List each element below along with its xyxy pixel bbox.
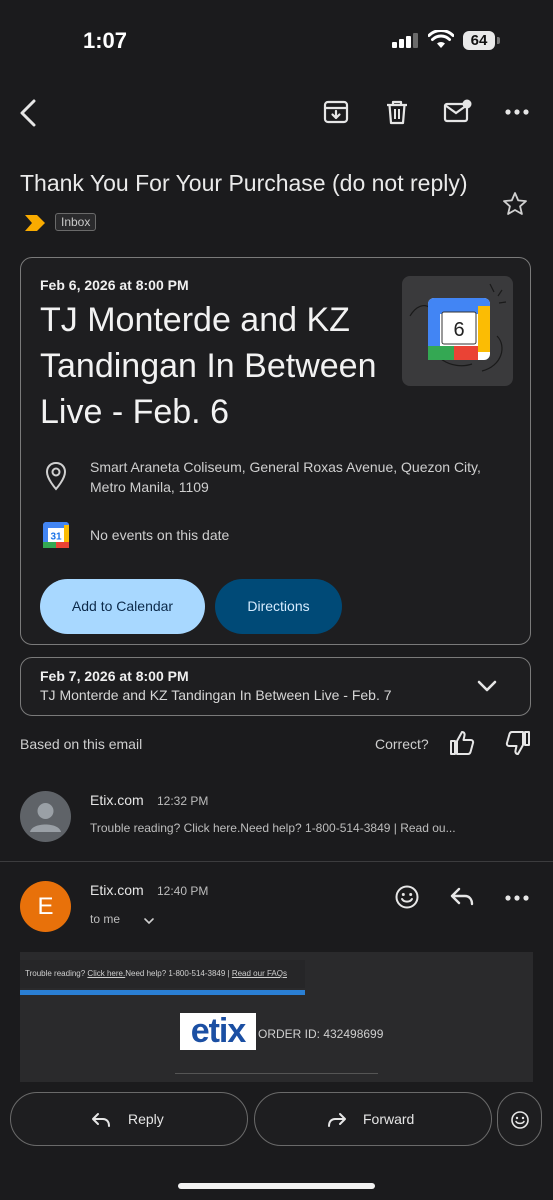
recipient-text[interactable]: to me (90, 912, 120, 926)
star-icon[interactable] (502, 191, 528, 217)
reply-button[interactable]: Reply (10, 1092, 248, 1146)
google-calendar-icon: 31 (43, 522, 69, 548)
mark-unread-icon[interactable] (443, 99, 473, 125)
calendar-day-number: 31 (50, 532, 62, 543)
avatar-letter[interactable]: E (20, 881, 71, 932)
message1-time: 12:32 PM (157, 794, 209, 808)
need-help-text: Need help? 1-800-514-3849 | (125, 969, 232, 978)
forward-button[interactable]: Forward (254, 1092, 492, 1146)
chevron-down-icon[interactable] (477, 679, 497, 693)
message2-sender: Etix.com (90, 882, 144, 898)
emoji-icon[interactable] (394, 884, 420, 910)
recipient-chevron-icon[interactable] (143, 917, 155, 925)
directions-button[interactable]: Directions (215, 579, 342, 634)
click-here-link[interactable]: Click here. (87, 969, 125, 978)
thumbs-down-icon[interactable] (505, 730, 531, 756)
avatar[interactable] (20, 791, 71, 842)
divider (0, 861, 553, 862)
label-importance-icon (24, 214, 46, 232)
reply-icon[interactable] (449, 886, 475, 908)
emoji-reaction-button[interactable] (497, 1092, 542, 1146)
reply-icon (91, 1112, 111, 1128)
location-pin-icon (45, 461, 67, 491)
back-arrow-icon[interactable] (16, 99, 40, 127)
more-icon[interactable] (505, 108, 529, 116)
email-rule (175, 1073, 378, 1074)
event2-date: Feb 7, 2026 at 8:00 PM (40, 668, 189, 684)
event-location: Smart Araneta Coliseum, General Roxas Av… (90, 459, 481, 495)
forward-icon (327, 1112, 347, 1128)
event-date: Feb 6, 2026 at 8:00 PM (40, 277, 189, 293)
message1-sender: Etix.com (90, 792, 144, 808)
signal-icon (392, 32, 420, 48)
email-accent-bar (20, 990, 305, 995)
status-time: 1:07 (83, 28, 128, 53)
emoji-icon (510, 1110, 530, 1130)
home-indicator (178, 1183, 375, 1189)
battery-nub (497, 37, 500, 44)
inbox-label[interactable]: Inbox (55, 213, 97, 231)
email-help-line: Trouble reading? Click here.Need help? 1… (25, 969, 287, 978)
wifi-icon (428, 30, 454, 50)
trash-icon[interactable] (384, 99, 410, 125)
forward-label: Forward (363, 1111, 415, 1127)
based-on-email-text: Based on this email (20, 736, 143, 752)
person-icon (30, 803, 61, 832)
order-id: ORDER ID: 432498699 (258, 1027, 384, 1041)
message2-time: 12:40 PM (157, 884, 209, 898)
more-icon[interactable] (505, 894, 529, 902)
email-subject: Thank You For Your Purchase (do not repl… (20, 170, 468, 196)
calendar-status: No events on this date (90, 527, 230, 543)
message1-snippet[interactable]: Trouble reading? Click here.Need help? 1… (90, 821, 456, 835)
add-to-calendar-button[interactable]: Add to Calendar (40, 579, 205, 634)
reply-label: Reply (128, 1111, 164, 1127)
thumbs-up-icon[interactable] (449, 730, 475, 756)
thumb-day-number: 6 (453, 319, 464, 341)
battery-indicator: 64 (463, 31, 495, 50)
event-title: TJ Monterde and KZ Tandingan In Between … (40, 301, 377, 431)
etix-logo: etix (180, 1013, 256, 1050)
calendar-illustration: 6 (402, 276, 513, 386)
correct-prompt: Correct? (375, 736, 429, 752)
archive-icon[interactable] (323, 99, 349, 125)
trouble-text: Trouble reading? (25, 969, 88, 978)
event2-title: TJ Monterde and KZ Tandingan In Between … (40, 687, 392, 703)
faqs-link[interactable]: Read our FAQs (232, 969, 287, 978)
